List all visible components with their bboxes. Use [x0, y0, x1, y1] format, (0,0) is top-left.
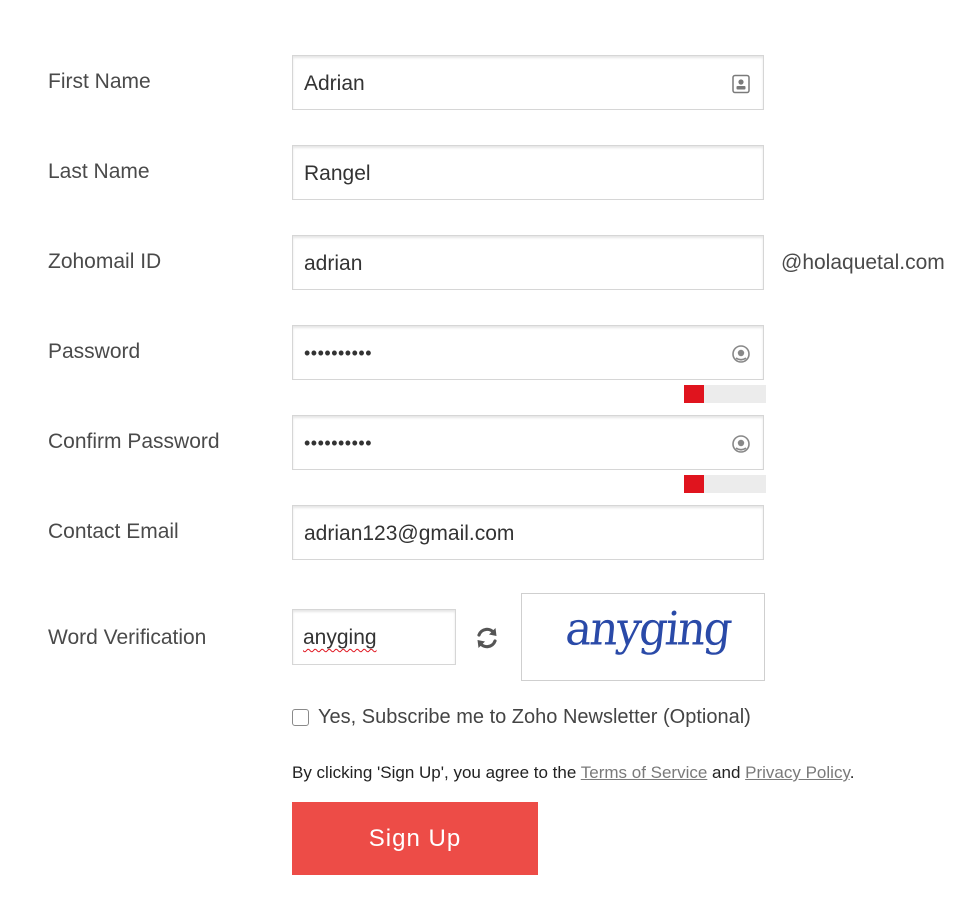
terms-and: and	[707, 763, 746, 782]
newsletter-label: Yes, Subscribe me to Zoho Newsletter (Op…	[318, 706, 751, 728]
captcha-text: anyging	[563, 602, 733, 657]
first-name-input[interactable]: Adrian	[292, 55, 764, 110]
word-verification-label: Word Verification	[48, 626, 207, 649]
password-strength-meter	[684, 385, 766, 403]
confirm-password-value: ••••••••••	[304, 433, 373, 453]
captcha-input[interactable]: anyging	[292, 609, 456, 665]
zohomail-id-input[interactable]: adrian	[292, 235, 764, 290]
first-name-label: First Name	[48, 70, 151, 93]
newsletter-checkbox[interactable]	[292, 709, 309, 726]
password-input[interactable]: ••••••••••	[292, 325, 764, 380]
terms-prefix: By clicking 'Sign Up', you agree to the	[292, 763, 581, 782]
zohomail-id-value: adrian	[304, 252, 363, 275]
contact-email-label: Contact Email	[48, 520, 179, 543]
eye-reveal-icon[interactable]	[731, 434, 751, 454]
zohomail-id-label: Zohomail ID	[48, 250, 162, 273]
privacy-policy-link[interactable]: Privacy Policy	[745, 763, 850, 782]
password-label: Password	[48, 340, 141, 363]
contact-email-input[interactable]: adrian123@gmail.com	[292, 505, 764, 560]
captcha-input-value: anyging	[303, 626, 377, 649]
confirm-password-input[interactable]: ••••••••••	[292, 415, 764, 470]
confirm-password-strength-fill	[684, 475, 704, 493]
signup-form: First Name Adrian Last Name Rangel Zohom…	[0, 0, 980, 900]
newsletter-option[interactable]: Yes, Subscribe me to Zoho Newsletter (Op…	[292, 706, 751, 729]
email-domain-suffix: @holaquetal.com	[781, 251, 945, 274]
eye-reveal-icon[interactable]	[731, 344, 751, 364]
confirm-password-label: Confirm Password	[48, 430, 220, 453]
contact-card-icon[interactable]	[731, 74, 751, 94]
last-name-value: Rangel	[304, 162, 371, 185]
terms-text: By clicking 'Sign Up', you agree to the …	[292, 763, 854, 783]
password-strength-fill	[684, 385, 704, 403]
confirm-password-strength-meter	[684, 475, 766, 493]
sign-up-button[interactable]: Sign Up	[292, 802, 538, 875]
last-name-input[interactable]: Rangel	[292, 145, 764, 200]
terms-of-service-link[interactable]: Terms of Service	[581, 763, 708, 782]
captcha-image: anyging	[521, 593, 765, 681]
refresh-icon[interactable]	[473, 624, 501, 652]
terms-suffix: .	[849, 763, 855, 782]
contact-email-value: adrian123@gmail.com	[304, 522, 515, 545]
first-name-value: Adrian	[304, 72, 365, 95]
last-name-label: Last Name	[48, 160, 150, 183]
password-value: ••••••••••	[304, 343, 373, 363]
